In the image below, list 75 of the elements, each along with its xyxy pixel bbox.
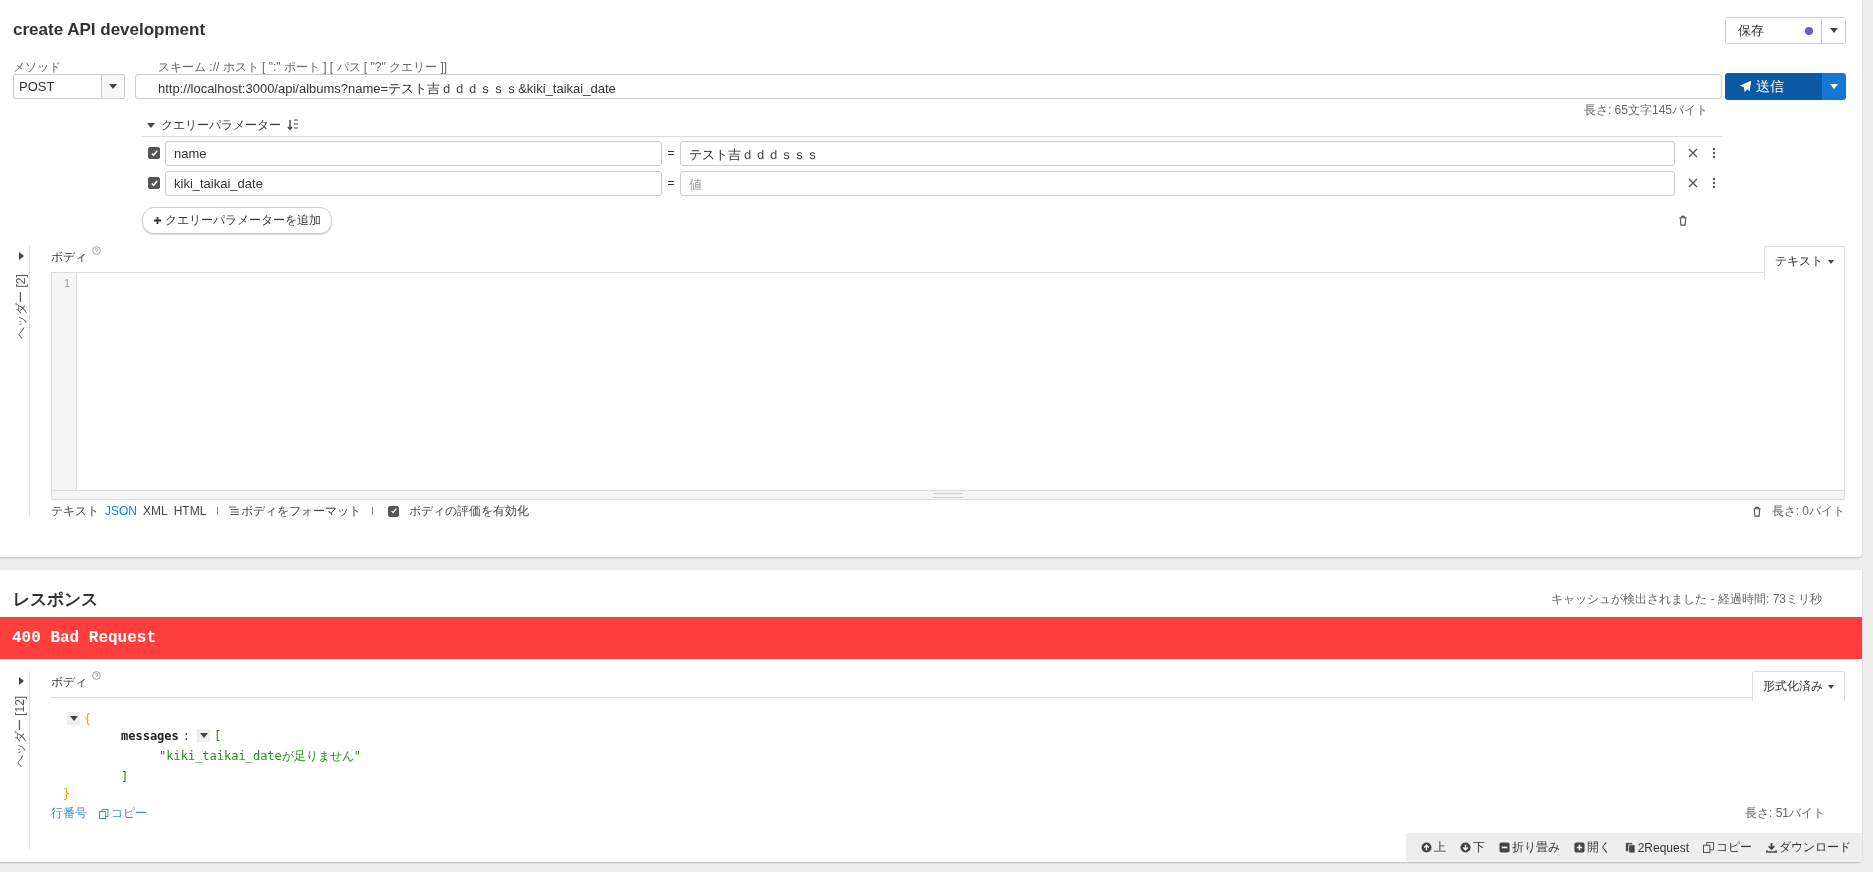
send-menu-button[interactable] [1822, 73, 1846, 100]
query-params-toggle[interactable]: クエリーパラメーター [147, 116, 281, 134]
json-bracket: ] [121, 769, 129, 784]
headers-toggle[interactable] [18, 250, 24, 262]
url-field[interactable]: http://localhost:3000/api/albums?name=テスト吉ｄｄｄｓｓｓ&kiki_taikai_date [135, 74, 1722, 99]
param-checkbox[interactable] [148, 147, 160, 159]
up-button[interactable]: 上 [1413, 839, 1453, 856]
expand-icon [1573, 842, 1585, 853]
download-icon [1766, 842, 1777, 853]
format-link[interactable]: テキスト [51, 502, 99, 520]
download-button[interactable]: ダウンロード [1759, 839, 1858, 856]
send-icon [1739, 80, 1752, 93]
json-bracket: } [63, 786, 71, 801]
param-checkbox[interactable] [148, 177, 160, 189]
expand-button[interactable]: 開く [1566, 839, 1618, 856]
response-title: レスポンス [13, 589, 98, 611]
down-button[interactable]: 下 [1452, 839, 1492, 856]
status-text: 400 Bad Request [12, 629, 157, 647]
param-key-field[interactable]: kiki_taikai_date [165, 170, 662, 196]
request-button[interactable]: 2Request [1617, 840, 1696, 855]
line-numbers-link[interactable]: 行番号 [51, 805, 87, 822]
body-type-dropdown[interactable]: テキスト [1764, 246, 1845, 276]
url-label: スキーム :// ホスト [ ":" ポート ] [ パス [ "?" クエリー ]] [158, 59, 448, 73]
json-string: "kiki_taikai_dateが足りません" [159, 747, 362, 765]
more-icon[interactable] [1712, 177, 1716, 189]
headers-tab[interactable]: ヘッダー [2] [12, 274, 30, 339]
method-label: メソッド [13, 59, 62, 73]
headers-tab[interactable]: ヘッダー [12] [12, 695, 30, 768]
request-title: create API development [13, 20, 206, 40]
collapse-button[interactable]: 折り畳み [1491, 839, 1567, 856]
json-bracket: { [84, 711, 92, 726]
line-number: 1 [63, 277, 70, 289]
trash-icon[interactable] [1678, 215, 1688, 226]
collapse-toggle[interactable] [197, 729, 211, 742]
json-key: messages [121, 728, 179, 743]
response-length: 長さ: 51バイト [1745, 805, 1825, 822]
up-icon [1420, 842, 1432, 853]
view-dropdown[interactable]: 形式化済み [1752, 671, 1845, 701]
close-icon[interactable] [1688, 148, 1698, 158]
body-label: ボディ [51, 249, 87, 266]
method-select[interactable]: POST [13, 74, 125, 99]
resize-handle[interactable] [933, 492, 963, 498]
headers-toggle[interactable] [18, 675, 24, 687]
trash-icon[interactable] [1751, 505, 1762, 517]
down-icon [1459, 842, 1471, 853]
body-length: 長さ: 0バイト [1771, 502, 1845, 520]
eval-checkbox[interactable] [388, 505, 400, 517]
copy-icon [1703, 842, 1714, 853]
json-bracket: [ [214, 728, 222, 743]
url-length: 長さ: 65文字145バイト [1583, 103, 1708, 117]
eval-label: ボディの評価を有効化 [409, 502, 530, 520]
copy-icon [99, 808, 109, 819]
copy-button[interactable]: コピー [1696, 839, 1759, 856]
param-value-field[interactable]: テスト吉ｄｄｄｓｓｓ [680, 140, 1675, 166]
copy-link[interactable]: コピー [99, 805, 147, 822]
param-key-field[interactable]: name [165, 140, 662, 166]
format-link[interactable]: XML [143, 504, 168, 518]
format-body-button[interactable]: ボディをフォーマット [229, 502, 362, 520]
body-label: ボディ [51, 674, 87, 691]
response-timing: キャッシュが検出されました - 経過時間: 73ミリ秒 [1551, 591, 1822, 608]
collapse-icon [1498, 842, 1510, 853]
add-param-button[interactable]: クエリーパラメーターを追加 [142, 207, 332, 234]
equals-sign: = [666, 176, 676, 190]
plus-icon [153, 216, 162, 225]
close-icon[interactable] [1688, 178, 1698, 188]
format-link[interactable]: JSON [105, 504, 137, 518]
save-menu-button[interactable] [1821, 18, 1845, 43]
json-colon: : [182, 728, 191, 743]
equals-sign: = [666, 146, 676, 160]
sort-icon[interactable] [287, 119, 299, 131]
more-icon[interactable] [1712, 147, 1716, 159]
collapse-toggle[interactable] [67, 712, 80, 725]
format-link[interactable]: HTML [173, 504, 207, 518]
format-icon [229, 506, 240, 516]
send-button[interactable]: 送信 [1725, 73, 1822, 100]
